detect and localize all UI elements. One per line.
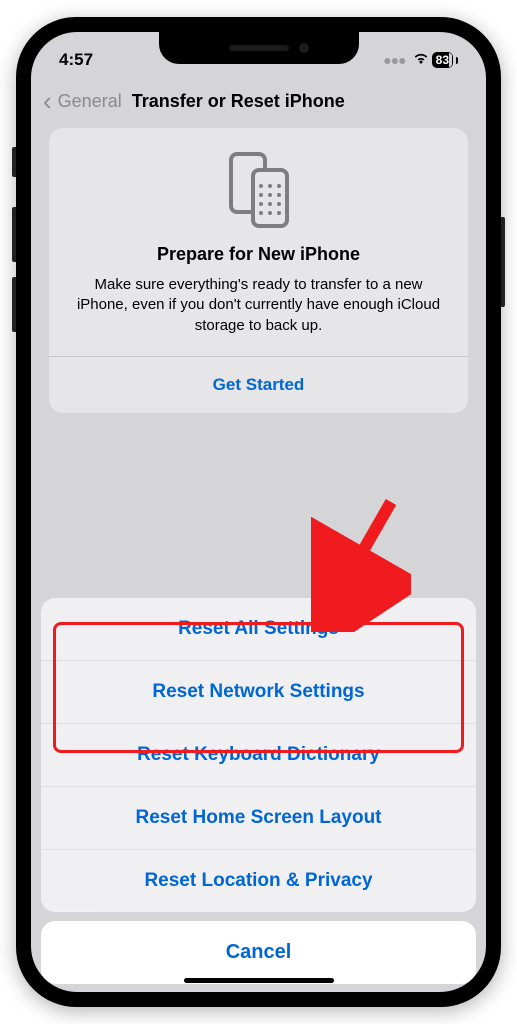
screen: 4:57 ●●● 83 ‹ General Transfer or Reset … [31, 32, 486, 992]
action-sheet: Reset All Settings Reset Network Setting… [31, 598, 486, 992]
chevron-back-icon[interactable]: ‹ [43, 88, 52, 114]
card-description: Make sure everything's ready to transfer… [67, 275, 450, 336]
battery-icon: 83 [432, 52, 453, 68]
reset-keyboard-dictionary-button[interactable]: Reset Keyboard Dictionary [41, 723, 476, 786]
home-indicator[interactable] [184, 978, 334, 983]
reset-all-settings-button[interactable]: Reset All Settings [41, 598, 476, 660]
wifi-icon [412, 50, 430, 70]
reset-network-settings-button[interactable]: Reset Network Settings [41, 660, 476, 723]
recording-indicator-icon: ●●● [383, 52, 405, 68]
status-time: 4:57 [59, 50, 93, 70]
get-started-button[interactable]: Get Started [67, 357, 450, 413]
card-title: Prepare for New iPhone [67, 244, 450, 265]
phone-frame: 4:57 ●●● 83 ‹ General Transfer or Reset … [16, 17, 501, 1007]
nav-back-button[interactable]: General [58, 91, 122, 112]
volume-down-button [12, 277, 16, 332]
mute-switch [12, 147, 16, 177]
side-button [501, 217, 505, 307]
reset-location-privacy-button[interactable]: Reset Location & Privacy [41, 849, 476, 912]
phones-transfer-icon [67, 152, 450, 228]
cancel-button[interactable]: Cancel [41, 921, 476, 984]
nav-header: ‹ General Transfer or Reset iPhone [31, 78, 486, 128]
page-title: Transfer or Reset iPhone [132, 91, 345, 112]
reset-home-screen-layout-button[interactable]: Reset Home Screen Layout [41, 786, 476, 849]
prepare-card: Prepare for New iPhone Make sure everyth… [49, 128, 468, 413]
notch [159, 32, 359, 64]
volume-up-button [12, 207, 16, 262]
